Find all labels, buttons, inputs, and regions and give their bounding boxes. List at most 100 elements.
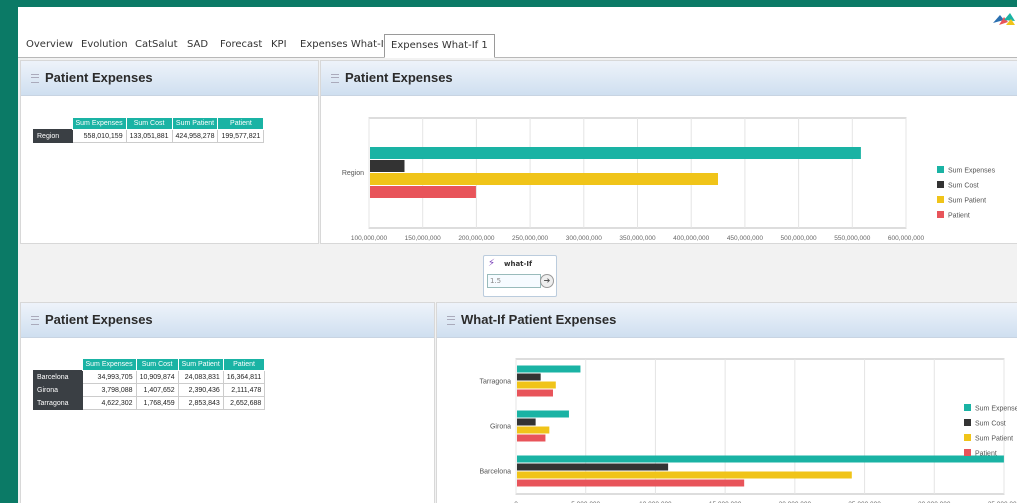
column-header[interactable]: Sum Cost <box>135 358 179 371</box>
legend-swatch <box>964 434 971 441</box>
x-tick-label: 450,000,000 <box>727 235 764 242</box>
legend-swatch <box>964 404 971 411</box>
bar <box>517 381 556 389</box>
legend-label: Sum Cost <box>975 421 1006 428</box>
bar <box>517 418 536 426</box>
legend-label: Sum Patient <box>948 198 986 205</box>
bar <box>517 373 541 381</box>
panel-top-right: Patient Expenses 100,000,000 150,000,000 2… <box>320 60 1017 244</box>
column-header[interactable]: Sum Patient <box>171 117 219 130</box>
pivot-table: Sum Expenses Sum Cost Sum Patient Patien… <box>33 117 265 143</box>
panel-header[interactable]: Patient Expenses <box>321 61 1017 96</box>
x-tick-label: 350,000,000 <box>619 235 656 242</box>
tab-expenses-what-if-1[interactable]: Expenses What-If 1 <box>384 34 495 58</box>
tab-sad[interactable]: SAD <box>187 39 208 50</box>
bar <box>370 186 476 198</box>
panel-header[interactable]: Patient Expenses <box>21 61 318 96</box>
table-row: Girona 3,798,088 1,407,652 2,390,436 2,1… <box>33 383 266 397</box>
x-tick-label: 250,000,000 <box>512 235 549 242</box>
what-if-label: what-If <box>504 260 533 268</box>
app-logo-icon <box>993 13 1015 25</box>
table-cell: 199,577,821 <box>217 129 265 143</box>
panel-title: Patient Expenses <box>45 70 153 85</box>
apply-arrow-icon[interactable]: ➔ <box>540 274 554 288</box>
bar <box>517 389 553 397</box>
bar-chart: 05,000,00010,000,00015,000,00020,000,000… <box>479 358 1017 503</box>
x-tick-label: 300,000,000 <box>566 235 603 242</box>
bar <box>517 479 745 487</box>
table-cell: 2,390,436 <box>177 383 224 397</box>
legend-swatch <box>964 419 971 426</box>
row-header[interactable]: Tarragona <box>33 396 83 410</box>
panel-header[interactable]: Patient Expenses <box>21 303 434 338</box>
drag-handle-icon[interactable] <box>31 74 39 83</box>
legend-label: Patient <box>975 451 997 458</box>
panel-bottom-left: Patient Expenses Sum Expenses Sum Cost S… <box>20 302 435 503</box>
legend-label: Patient <box>948 213 970 220</box>
drag-handle-icon[interactable] <box>331 74 339 83</box>
column-header[interactable]: Patient <box>217 117 265 130</box>
table-cell: 2,853,843 <box>177 396 224 410</box>
legend-swatch <box>937 166 944 173</box>
table-cell: 24,083,831 <box>177 370 224 384</box>
drag-handle-icon[interactable] <box>447 316 455 325</box>
legend-label: Sum Cost <box>948 183 979 190</box>
table-row: Barcelona 34,993,705 10,909,874 24,083,8… <box>33 370 266 384</box>
panel-top-left: Patient Expenses Sum Expenses Sum Cost S… <box>20 60 319 244</box>
legend-label: Sum Patient <box>975 436 1013 443</box>
lightning-icon: ⚡ <box>488 258 496 269</box>
bar <box>517 463 669 471</box>
legend-label: Sum Expenses <box>975 406 1017 413</box>
x-tick-label: 600,000,000 <box>888 235 925 242</box>
sheet-tabs: Overview Evolution CatSalut SAD Forecast… <box>18 34 1017 58</box>
tab-catsalut[interactable]: CatSalut <box>135 39 178 50</box>
what-if-input[interactable]: 1.5 <box>487 274 541 288</box>
column-header[interactable]: Sum Patient <box>177 358 224 371</box>
table-cell: 2,111,478 <box>222 383 266 397</box>
tab-evolution[interactable]: Evolution <box>81 39 128 50</box>
category-label: Girona <box>490 424 511 431</box>
bar-chart: 100,000,000 150,000,000 200,000,000 250,000… <box>342 117 996 242</box>
tab-forecast[interactable]: Forecast <box>220 39 262 50</box>
bar <box>517 455 1004 463</box>
legend-swatch <box>937 211 944 218</box>
legend-swatch <box>937 181 944 188</box>
column-header[interactable]: Patient <box>222 358 266 371</box>
app-window: Overview Evolution CatSalut SAD Forecast… <box>18 7 1017 503</box>
x-tick-label: 400,000,000 <box>673 235 710 242</box>
bar <box>370 173 719 185</box>
top-bar <box>18 7 1017 35</box>
row-header[interactable]: Girona <box>33 383 83 397</box>
category-label: Tarragona <box>479 379 511 386</box>
tab-kpi[interactable]: KPI <box>271 39 287 50</box>
table-cell: 558,010,159 <box>71 129 127 143</box>
panel-title: Patient Expenses <box>345 70 453 85</box>
column-header[interactable]: Sum Cost <box>125 117 173 130</box>
bar <box>517 410 569 418</box>
table-cell: 10,909,874 <box>135 370 179 384</box>
tab-overview[interactable]: Overview <box>26 39 73 50</box>
tab-expenses-what-if[interactable]: Expenses What-If <box>300 39 387 50</box>
panel-header[interactable]: What-If Patient Expenses <box>437 303 1017 338</box>
what-if-control: ⚡ what-If 1.5 ➔ <box>483 255 557 297</box>
bar <box>517 471 852 479</box>
table-cell: 424,958,278 <box>171 129 219 143</box>
column-header[interactable]: Sum Expenses <box>81 358 137 371</box>
category-label: Region <box>342 170 364 177</box>
x-tick-label: 200,000,000 <box>458 235 495 242</box>
column-header[interactable]: Sum Expenses <box>71 117 127 130</box>
legend-swatch <box>964 449 971 456</box>
panel-bottom-right: What-If Patient Expenses 05,000,00010,00… <box>436 302 1017 503</box>
table-cell: 3,798,088 <box>81 383 137 397</box>
row-header[interactable]: Barcelona <box>33 370 83 384</box>
x-tick-label: 100,000,000 <box>351 235 388 242</box>
x-tick-label: 550,000,000 <box>834 235 871 242</box>
table-row: Tarragona 4,622,302 1,768,459 2,853,843 … <box>33 396 266 410</box>
table-cell: 133,051,881 <box>125 129 173 143</box>
bar <box>517 365 581 373</box>
table-cell: 16,364,811 <box>222 370 266 384</box>
table-cell: 34,993,705 <box>81 370 137 384</box>
row-header[interactable]: Region <box>33 129 73 143</box>
drag-handle-icon[interactable] <box>31 316 39 325</box>
legend-label: Sum Expenses <box>948 168 996 175</box>
